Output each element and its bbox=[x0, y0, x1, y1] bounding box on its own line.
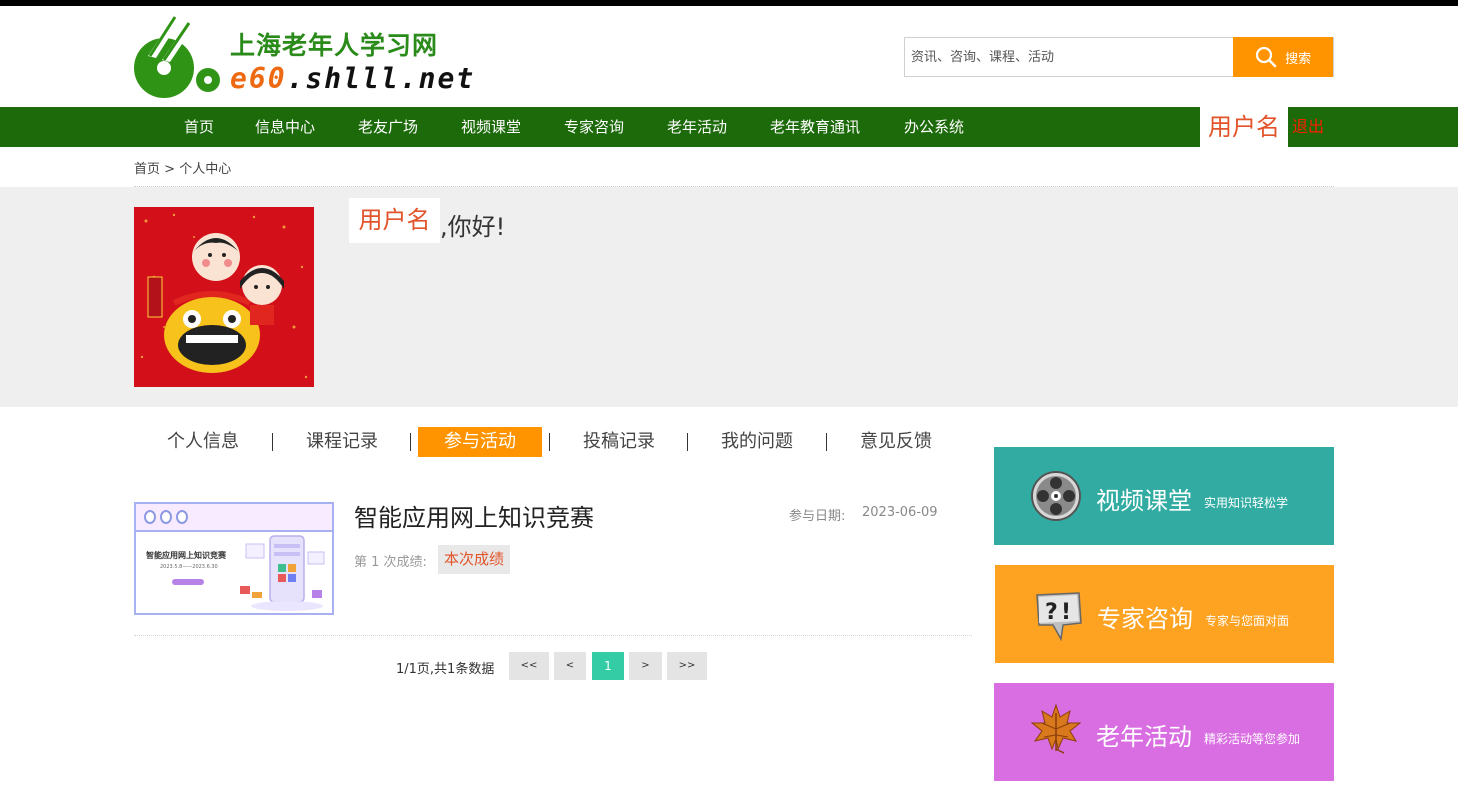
side-card-subtitle: 专家与您面对面 bbox=[1205, 614, 1290, 628]
thumbnail-dot bbox=[176, 510, 188, 524]
join-date-label: 参与日期: bbox=[789, 509, 846, 524]
breadcrumb-home[interactable]: 首页 bbox=[134, 162, 160, 177]
search-button[interactable]: 搜索 bbox=[1233, 37, 1333, 77]
breadcrumb: 首页 > 个人中心 bbox=[134, 158, 231, 177]
maple-leaf-icon bbox=[1030, 703, 1082, 754]
logo-domain-rest: .shlll.net bbox=[286, 62, 476, 95]
side-card-senior-activities[interactable]: 老年活动 精彩活动等您参加 bbox=[994, 683, 1334, 781]
score-button[interactable]: 本次成绩 bbox=[438, 545, 510, 574]
logo-title: 上海老年人学习网 bbox=[230, 31, 439, 60]
side-card-title: 老年活动 bbox=[1096, 723, 1192, 751]
nav-item-info-center[interactable]: 信息中心 bbox=[255, 107, 315, 147]
nav-item-friends-square[interactable]: 老友广场 bbox=[358, 107, 418, 147]
tab-separator bbox=[826, 433, 827, 451]
nav-username[interactable]: 用户名 bbox=[1200, 107, 1288, 147]
page-current-button[interactable]: 1 bbox=[592, 652, 624, 680]
tab-course-records[interactable]: 课程记录 bbox=[287, 427, 397, 457]
breadcrumb-separator: > bbox=[160, 162, 180, 177]
page-prev-button[interactable]: < bbox=[554, 652, 586, 680]
thumbnail-pill bbox=[172, 579, 204, 585]
phone-illustration-icon bbox=[240, 535, 325, 611]
greeting-text: ,你好! bbox=[440, 213, 506, 241]
thumbnail-title: 智能应用网上知识竞赛 bbox=[146, 551, 226, 560]
logout-link[interactable]: 退出 bbox=[1292, 107, 1324, 147]
nav-item-home[interactable]: 首页 bbox=[184, 107, 214, 147]
logo-mark-icon bbox=[134, 16, 220, 98]
nav-item-video-class[interactable]: 视频课堂 bbox=[461, 107, 521, 147]
side-card-video-class[interactable]: 视频课堂 实用知识轻松学 bbox=[994, 447, 1334, 545]
activity-thumbnail[interactable]: 智能应用网上知识竞赛 2023.5.8——2023.6.30 bbox=[134, 502, 334, 615]
list-divider bbox=[134, 635, 972, 636]
tab-separator bbox=[410, 433, 411, 451]
tab-submission-records[interactable]: 投稿记录 bbox=[564, 427, 674, 457]
attempt-score-label: 第 1 次成绩: bbox=[354, 555, 427, 570]
tab-personal-info[interactable]: 个人信息 bbox=[148, 427, 258, 457]
side-card-title: 专家咨询 bbox=[1097, 605, 1193, 633]
thumbnail-header bbox=[136, 504, 332, 532]
logo-domain: e60.shlll.net bbox=[230, 62, 475, 95]
side-card-subtitle: 精彩活动等您参加 bbox=[1204, 732, 1301, 746]
breadcrumb-current: 个人中心 bbox=[179, 162, 232, 177]
nav-item-office-system[interactable]: 办公系统 bbox=[904, 107, 964, 147]
film-reel-icon bbox=[1031, 471, 1081, 521]
tab-separator bbox=[272, 433, 273, 451]
side-card-expert-consult[interactable]: ? ! 专家咨询 专家与您面对面 bbox=[995, 565, 1334, 663]
nav-item-education-newsletter[interactable]: 老年教育通讯 bbox=[770, 107, 860, 147]
tab-my-questions[interactable]: 我的问题 bbox=[702, 427, 812, 457]
side-card-title: 视频课堂 bbox=[1096, 487, 1192, 515]
main-nav: 首页 信息中心 老友广场 视频课堂 专家咨询 老年活动 老年教育通讯 办公系统 … bbox=[0, 107, 1458, 147]
svg-text:!: ! bbox=[1061, 600, 1071, 625]
search-icon bbox=[1256, 46, 1277, 68]
pagination-summary: 1/1页,共1条数据 bbox=[396, 662, 495, 677]
tab-joined-activities[interactable]: 参与活动 bbox=[418, 427, 542, 457]
profile-band: 用户名 ,你好! bbox=[0, 187, 1458, 407]
search-box: 搜索 bbox=[904, 37, 1334, 77]
logo-domain-prefix: e60 bbox=[230, 62, 287, 95]
thumbnail-date: 2023.5.8——2023.6.30 bbox=[160, 564, 218, 570]
page-next-button[interactable]: > bbox=[629, 652, 662, 680]
site-logo[interactable]: 上海老年人学习网 e60.shlll.net bbox=[134, 12, 473, 100]
activity-title[interactable]: 智能应用网上知识竞赛 bbox=[354, 498, 594, 533]
nav-item-senior-activities[interactable]: 老年活动 bbox=[667, 107, 727, 147]
nav-item-expert-consult[interactable]: 专家咨询 bbox=[564, 107, 624, 147]
page-first-button[interactable]: << bbox=[509, 652, 549, 680]
side-card-subtitle: 实用知识轻松学 bbox=[1204, 496, 1289, 510]
avatar[interactable] bbox=[134, 207, 314, 387]
tab-separator bbox=[687, 433, 688, 451]
search-input[interactable] bbox=[905, 38, 1234, 76]
page-last-button[interactable]: >> bbox=[667, 652, 707, 680]
thumbnail-dot bbox=[144, 510, 156, 524]
greeting-username: 用户名 bbox=[349, 198, 440, 243]
thumbnail-dot bbox=[160, 510, 172, 524]
tab-separator bbox=[549, 433, 550, 451]
tab-feedback[interactable]: 意见反馈 bbox=[841, 427, 951, 457]
svg-text:?: ? bbox=[1045, 600, 1058, 625]
join-date-value: 2023-06-09 bbox=[862, 505, 938, 520]
question-bubble-icon: ? ! bbox=[1036, 592, 1082, 641]
search-button-label: 搜索 bbox=[1285, 50, 1312, 66]
top-black-bar bbox=[0, 0, 1458, 6]
